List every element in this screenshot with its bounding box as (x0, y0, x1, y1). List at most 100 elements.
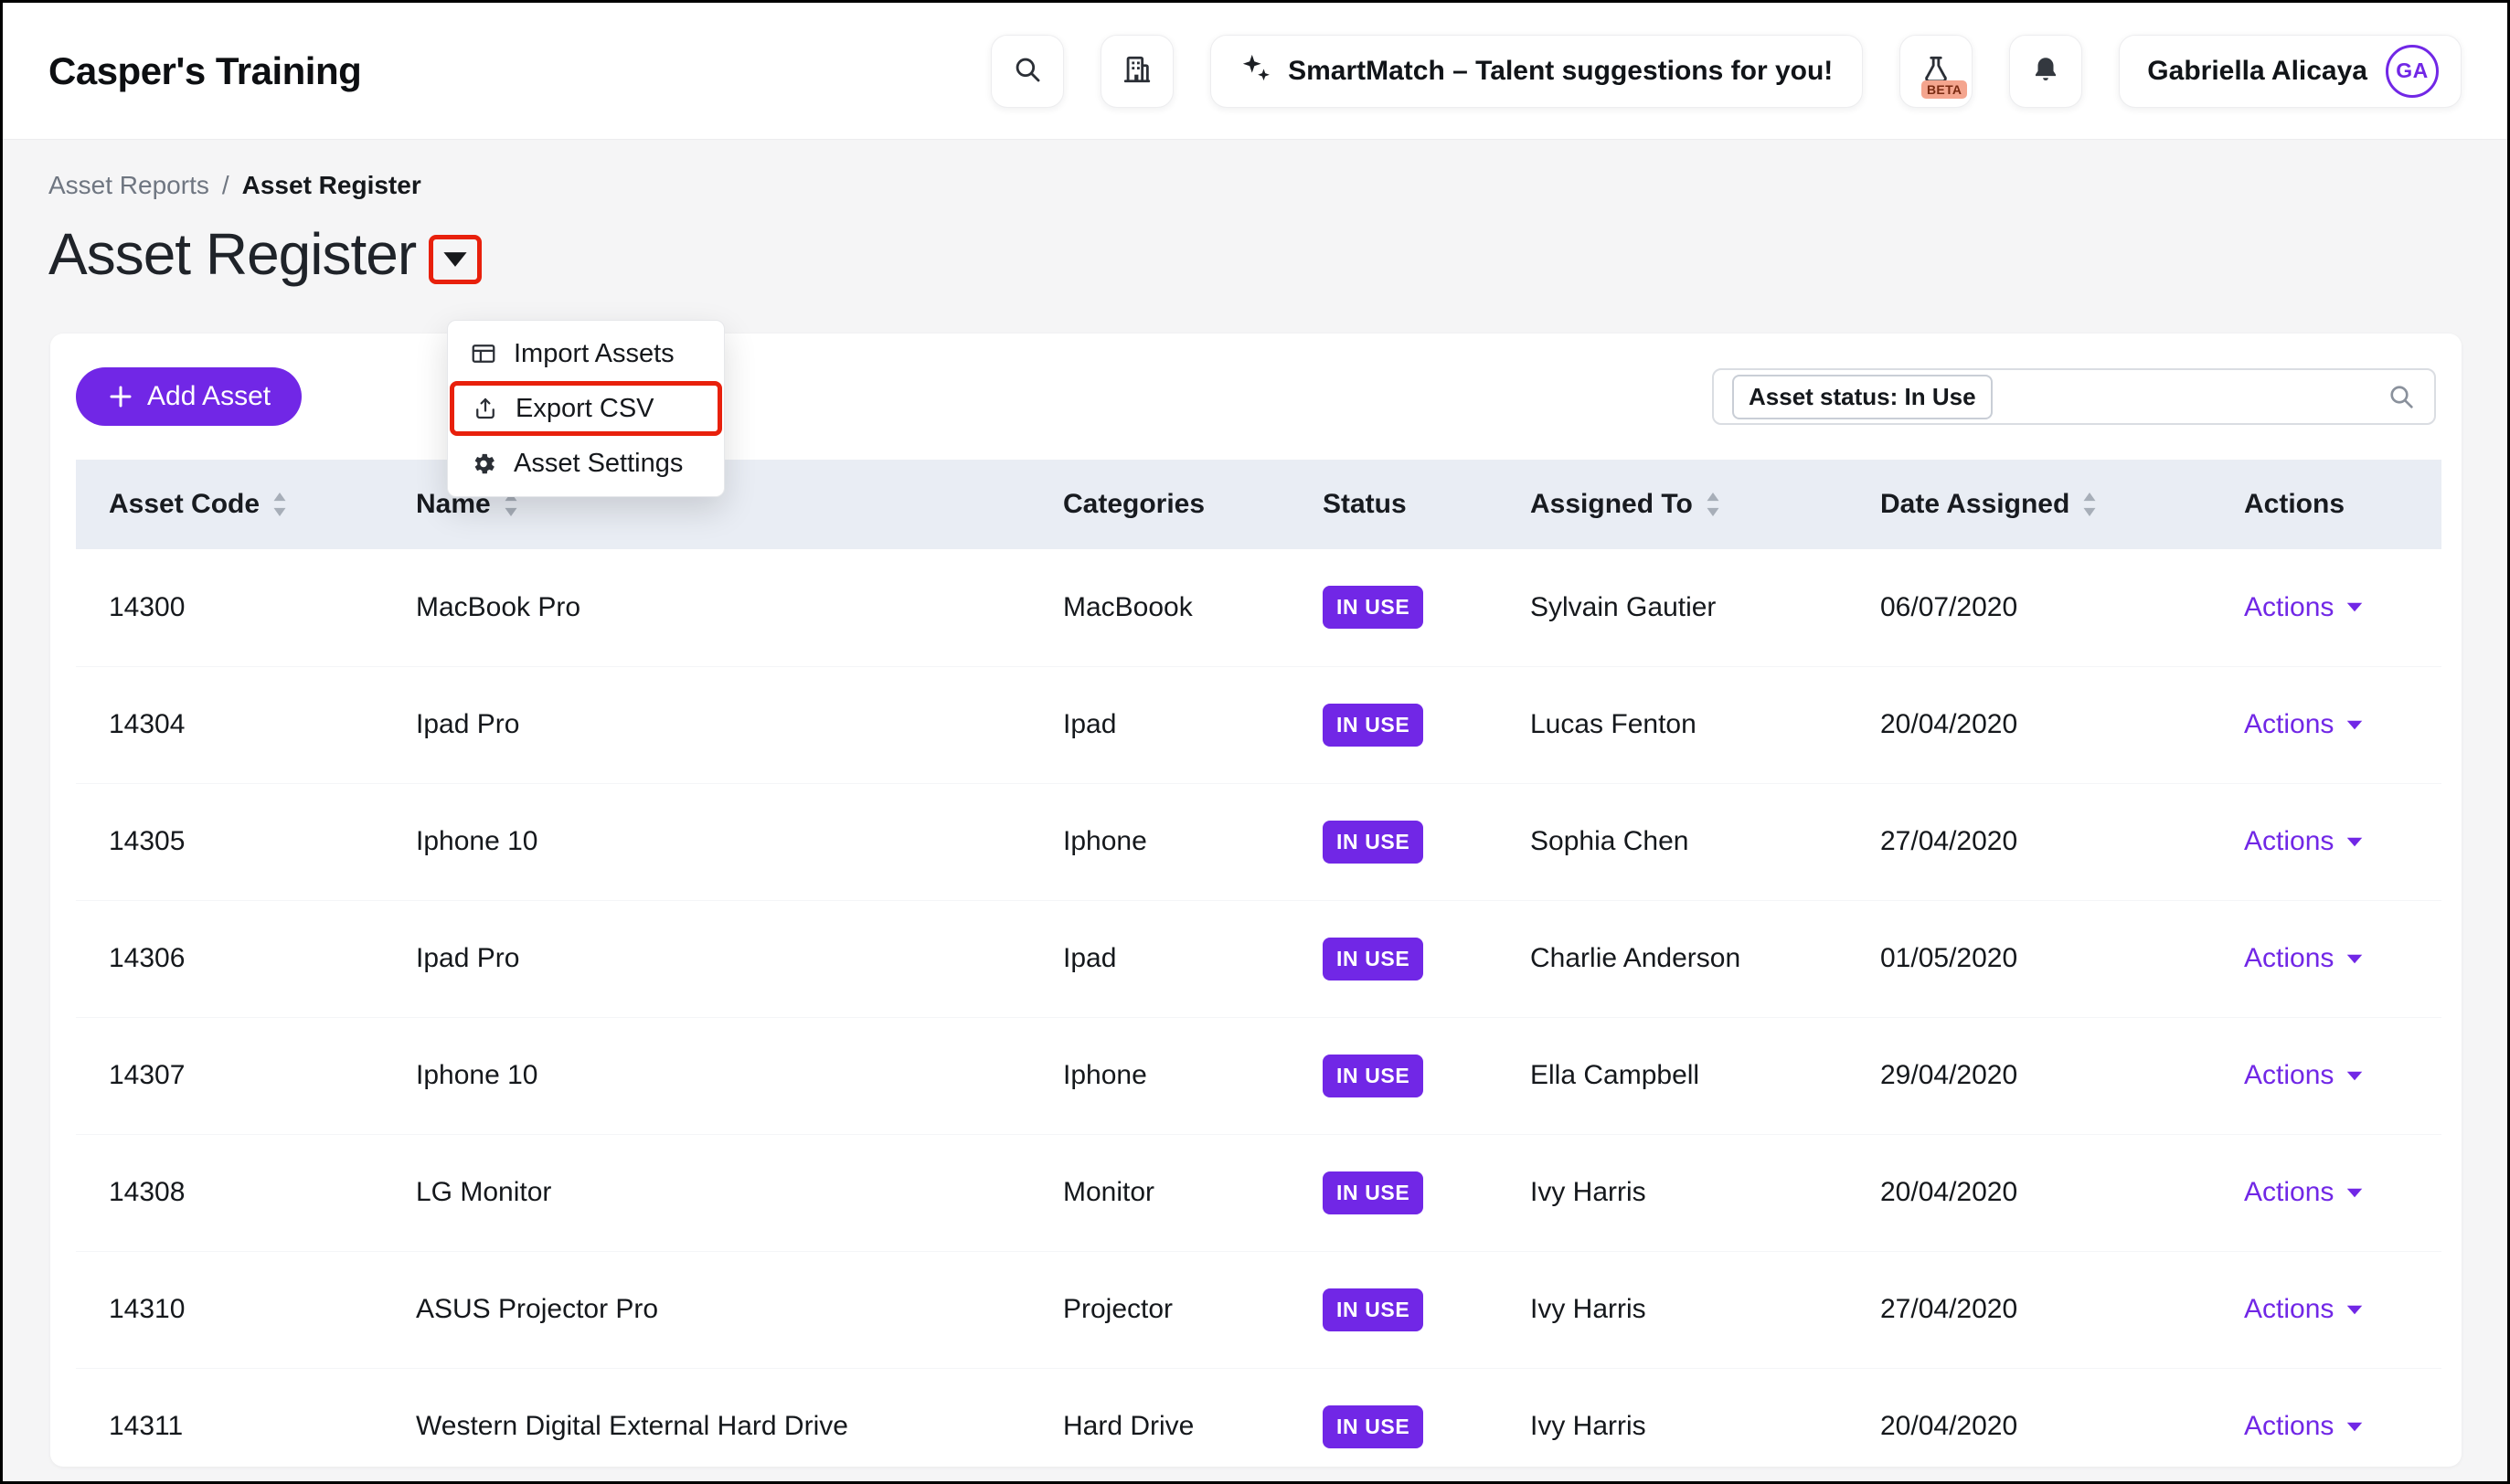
gear-icon (470, 450, 497, 477)
actions-button[interactable]: Actions (2244, 1060, 2363, 1091)
asset-name-cell: Ipad Pro (405, 666, 1052, 783)
column-header-assigned-to[interactable]: Assigned To (1519, 460, 1869, 549)
asset-name-cell: MacBook Pro (405, 549, 1052, 666)
date-assigned-cell: 06/07/2020 (1869, 549, 2233, 666)
status-badge: IN USE (1323, 586, 1423, 629)
asset-name-cell: Iphone 10 (405, 1017, 1052, 1134)
table-row: 14305 Iphone 10 Iphone IN USE Sophia Che… (76, 783, 2441, 900)
add-asset-button[interactable]: Add Asset (76, 367, 302, 426)
assigned-to-cell: Charlie Anderson (1519, 900, 1869, 1017)
assigned-to-cell: Ivy Harris (1519, 1251, 1869, 1368)
sort-icon[interactable] (1706, 493, 1720, 516)
table-row: 14306 Ipad Pro Ipad IN USE Charlie Ander… (76, 900, 2441, 1017)
status-badge: IN USE (1323, 1288, 1423, 1331)
actions-button[interactable]: Actions (2244, 826, 2363, 857)
profile-menu[interactable]: Gabriella Alicaya GA (2119, 35, 2462, 108)
search-icon (1012, 54, 1043, 88)
menu-item-import-assets[interactable]: Import Assets (448, 328, 724, 379)
assigned-to-cell: Ivy Harris (1519, 1134, 1869, 1251)
chevron-down-icon (2346, 719, 2363, 731)
column-header-asset-code[interactable]: Asset Code (76, 460, 405, 549)
asset-status-cell: IN USE (1312, 1368, 1519, 1467)
asset-name-cell: Ipad Pro (405, 900, 1052, 1017)
chevron-down-icon (2346, 1187, 2363, 1199)
table-row: 14300 MacBook Pro MacBoook IN USE Sylvai… (76, 549, 2441, 666)
menu-item-label: Import Assets (514, 339, 675, 369)
assigned-to-cell: Lucas Fenton (1519, 666, 1869, 783)
asset-filter-input[interactable]: Asset status: In Use (1712, 368, 2436, 425)
page-title: Asset Register (48, 220, 416, 288)
actions-cell: Actions (2233, 666, 2441, 783)
search-button[interactable] (991, 35, 1064, 108)
actions-button[interactable]: Actions (2244, 1177, 2363, 1208)
assigned-to-cell: Ivy Harris (1519, 1368, 1869, 1467)
company-button[interactable] (1101, 35, 1174, 108)
actions-button[interactable]: Actions (2244, 1294, 2363, 1325)
table-row: 14304 Ipad Pro Ipad IN USE Lucas Fenton … (76, 666, 2441, 783)
asset-code-cell: 14304 (76, 666, 405, 783)
actions-button[interactable]: Actions (2244, 709, 2363, 740)
asset-register-card: Add Asset Asset status: In Use Asset Cod… (50, 334, 2462, 1467)
date-assigned-cell: 01/05/2020 (1869, 900, 2233, 1017)
status-badge: IN USE (1323, 938, 1423, 980)
asset-category-cell: Ipad (1052, 900, 1312, 1017)
title-row: Asset Register (3, 200, 2507, 288)
asset-table: Asset Code Name Categories Status (76, 460, 2441, 1467)
sort-icon[interactable] (2082, 493, 2097, 516)
actions-cell: Actions (2233, 1017, 2441, 1134)
asset-code-cell: 14306 (76, 900, 405, 1017)
asset-category-cell: Projector (1052, 1251, 1312, 1368)
asset-status-cell: IN USE (1312, 1017, 1519, 1134)
app-window: Casper's Training (0, 0, 2510, 1484)
asset-code-cell: 14300 (76, 549, 405, 666)
breadcrumb-separator: / (222, 171, 229, 200)
filter-tag-status[interactable]: Asset status: In Use (1732, 375, 1993, 419)
column-header-actions: Actions (2233, 460, 2441, 549)
column-header-categories: Categories (1052, 460, 1312, 549)
search-icon (2387, 382, 2416, 411)
date-assigned-cell: 29/04/2020 (1869, 1017, 2233, 1134)
actions-cell: Actions (2233, 783, 2441, 900)
date-assigned-cell: 27/04/2020 (1869, 1251, 2233, 1368)
labs-button[interactable]: BETA (1899, 35, 1973, 108)
card-toolbar: Add Asset Asset status: In Use (76, 366, 2436, 427)
building-icon (1122, 54, 1153, 88)
chevron-down-icon (2346, 1421, 2363, 1433)
topbar-actions: SmartMatch – Talent suggestions for you!… (991, 35, 2462, 108)
sparkle-icon (1240, 52, 1271, 90)
column-header-status: Status (1312, 460, 1519, 549)
menu-item-export-csv[interactable]: Export CSV (450, 381, 722, 436)
status-badge: IN USE (1323, 704, 1423, 747)
actions-button[interactable]: Actions (2244, 1411, 2363, 1442)
asset-name-cell: LG Monitor (405, 1134, 1052, 1251)
date-assigned-cell: 20/04/2020 (1869, 1368, 2233, 1467)
asset-category-cell: Iphone (1052, 783, 1312, 900)
notifications-button[interactable] (2009, 35, 2082, 108)
table-row: 14307 Iphone 10 Iphone IN USE Ella Campb… (76, 1017, 2441, 1134)
asset-category-cell: Monitor (1052, 1134, 1312, 1251)
asset-category-cell: Hard Drive (1052, 1368, 1312, 1467)
asset-name-cell: Iphone 10 (405, 783, 1052, 900)
date-assigned-cell: 20/04/2020 (1869, 1134, 2233, 1251)
sort-icon[interactable] (272, 493, 287, 516)
chevron-down-icon (2346, 601, 2363, 613)
menu-item-asset-settings[interactable]: Asset Settings (448, 438, 724, 489)
title-dropdown-caret-icon[interactable] (442, 250, 468, 269)
breadcrumb-parent[interactable]: Asset Reports (48, 171, 209, 200)
actions-button[interactable]: Actions (2244, 592, 2363, 623)
status-badge: IN USE (1323, 1055, 1423, 1097)
actions-button[interactable]: Actions (2244, 943, 2363, 974)
smartmatch-button[interactable]: SmartMatch – Talent suggestions for you! (1210, 35, 1863, 108)
menu-item-label: Asset Settings (514, 449, 683, 479)
highlight-box-title-caret (429, 235, 482, 284)
asset-status-cell: IN USE (1312, 666, 1519, 783)
menu-item-label: Export CSV (516, 394, 654, 424)
assigned-to-cell: Sophia Chen (1519, 783, 1869, 900)
asset-name-cell: ASUS Projector Pro (405, 1251, 1052, 1368)
table-header-row: Asset Code Name Categories Status (76, 460, 2441, 549)
app-title: Casper's Training (48, 49, 361, 93)
date-assigned-cell: 20/04/2020 (1869, 666, 2233, 783)
asset-category-cell: MacBoook (1052, 549, 1312, 666)
column-header-date-assigned[interactable]: Date Assigned (1869, 460, 2233, 549)
asset-code-cell: 14307 (76, 1017, 405, 1134)
